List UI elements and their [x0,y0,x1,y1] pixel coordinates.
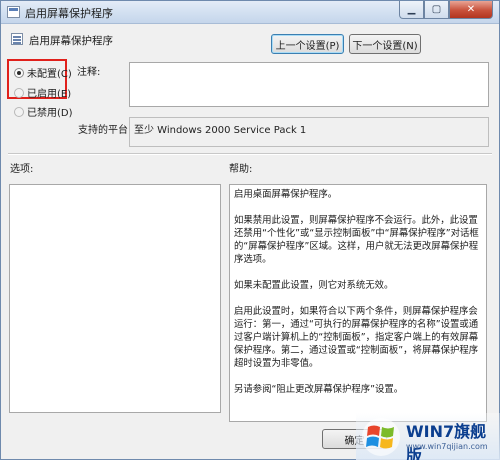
previous-setting-button[interactable]: 上一个设置(P) [271,34,344,54]
platform-label: 支持的平台: [78,125,132,136]
close-button[interactable]: ✕ [449,1,493,19]
help-paragraph: 启用此设置时，如果符合以下两个条件，则屏幕保护程序会运行：第一，通过“可执行的屏… [234,306,479,369]
help-paragraph: 启用桌面屏幕保护程序。 [234,189,338,200]
help-panel[interactable]: 启用桌面屏幕保护程序。 如果禁用此设置，则屏幕保护程序不会运行。此外，此设置还禁… [229,184,487,422]
help-paragraph: 如果禁用此设置，则屏幕保护程序不会运行。此外，此设置还禁用“个性化”或“显示控制… [234,215,479,265]
platform-value: 至少 Windows 2000 Service Pack 1 [129,117,489,147]
radio-label: 已禁用(D) [27,108,73,119]
maximize-button[interactable]: ▢ [424,1,449,19]
options-label: 选项: [10,164,34,175]
help-label: 帮助: [229,164,253,175]
help-paragraph: 如果未配置此设置，则它对系统无效。 [234,280,394,291]
title-bar[interactable]: 启用屏幕保护程序 ▁ ▢ ✕ [1,1,499,24]
watermark: WIN7旗舰版 www.win7qijian.com [356,413,500,460]
radio-button[interactable] [14,106,24,117]
watermark-text: WIN7旗舰版 [406,422,487,460]
radio-button-selected[interactable] [14,67,24,78]
close-icon: ✕ [466,4,476,15]
policy-icon [7,6,20,18]
radio-label: 未配置(C) [27,69,72,80]
comment-label: 注释: [77,67,101,78]
windows-logo-icon [362,418,400,456]
policy-dialog: 启用屏幕保护程序 ▁ ▢ ✕ 启用屏幕保护程序 上一个设置(P) 下一个设置(N… [0,0,500,460]
section-divider [8,153,492,155]
setting-title: 启用屏幕保护程序 [29,35,113,47]
radio-disabled[interactable]: 已禁用(D) [14,104,73,119]
minimize-button[interactable]: ▁ [399,1,424,19]
setting-icon [11,33,23,45]
next-setting-button[interactable]: 下一个设置(N) [349,34,421,54]
radio-button[interactable] [14,87,24,98]
options-panel [9,184,221,413]
window-controls: ▁ ▢ ✕ [399,1,493,19]
radio-enabled[interactable]: 已启用(E) [14,85,71,100]
window-title: 启用屏幕保护程序 [25,7,113,20]
maximize-icon: ▢ [431,4,442,15]
radio-label: 已启用(E) [27,89,72,100]
minimize-icon: ▁ [407,4,416,15]
watermark-url: www.win7qijian.com [406,442,488,451]
radio-not-configured[interactable]: 未配置(C) [14,65,72,80]
comment-textarea[interactable] [129,62,489,107]
help-paragraph: 另请参阅“阻止更改屏幕保护程序”设置。 [234,384,404,395]
